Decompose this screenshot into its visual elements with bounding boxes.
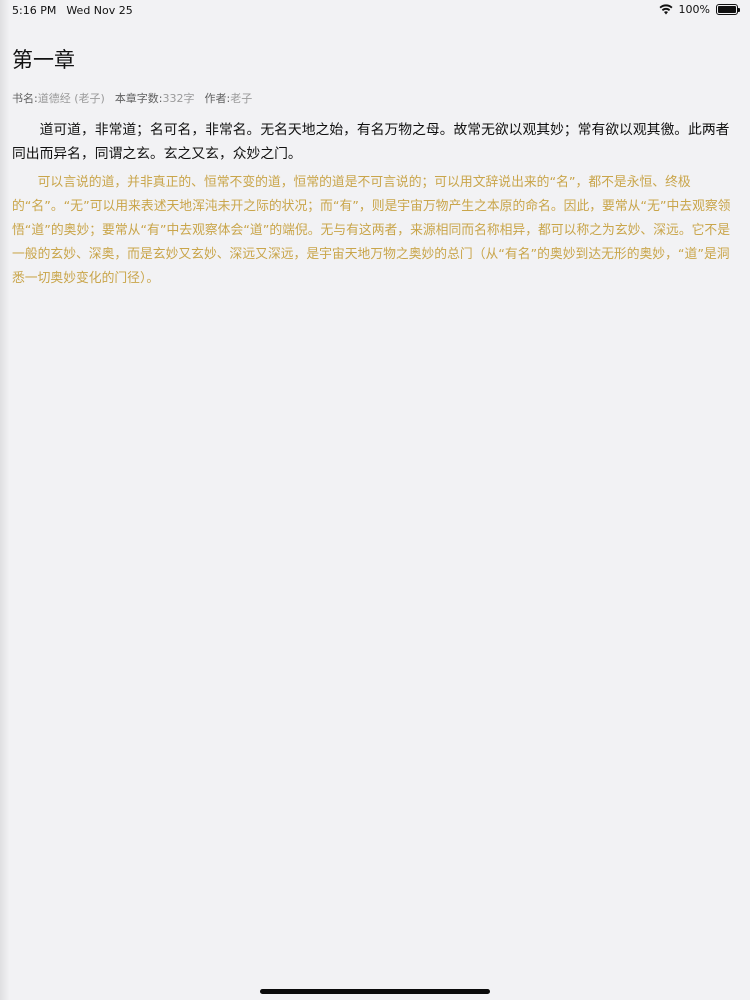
status-bar: 5:16 PM Wed Nov 25 100% [0,0,750,20]
home-indicator[interactable] [260,989,490,994]
battery-icon [716,4,740,15]
meta-book: 书名:道德经 (老子) [12,90,105,106]
reader-content: 第一章 书名:道德经 (老子) 本章字数:332字 作者:老子 道可道，非常道；… [12,44,738,291]
battery-percentage: 100% [678,3,710,16]
chapter-meta: 书名:道德经 (老子) 本章字数:332字 作者:老子 [12,90,738,106]
meta-book-label: 书名: [12,92,38,105]
status-left: 5:16 PM Wed Nov 25 [12,4,133,17]
status-date: Wed Nov 25 [66,4,133,17]
meta-author: 作者:老子 [205,90,253,106]
meta-author-label: 作者: [204,92,231,105]
page-shadow-edge [0,0,10,1000]
status-time: 5:16 PM [12,4,57,17]
meta-wordcount-label: 本章字数: [114,92,163,105]
meta-wordcount: 本章字数:332字 [115,90,195,106]
status-right: 100% [659,3,740,16]
translation-text-paragraph: 可以言说的道，并非真正的、恒常不变的道，恒常的道是不可言说的；可以用文辞说出来的… [12,175,731,286]
meta-wordcount-value: 332字 [162,92,195,105]
meta-book-value: 道德经 (老子) [37,92,105,105]
meta-author-value: 老子 [230,92,253,105]
original-text-paragraph: 道可道，非常道；名可名，非常名。无名天地之始，有名万物之母。故常无欲以观其妙；常… [12,122,730,162]
chapter-title: 第一章 [12,48,75,72]
wifi-icon [659,4,673,15]
